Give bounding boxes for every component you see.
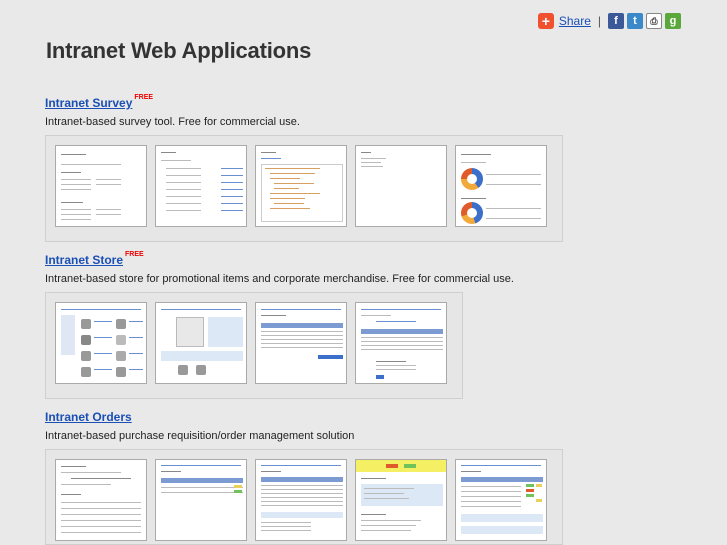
store-gallery [45, 292, 463, 399]
store-thumbnail[interactable] [255, 302, 347, 384]
survey-link[interactable]: Intranet Survey [45, 96, 132, 110]
orders-thumbnail[interactable] [355, 459, 447, 541]
survey-thumbnail[interactable] [155, 145, 247, 227]
facebook-icon[interactable]: f [608, 13, 624, 29]
free-badge: FREE [125, 251, 144, 258]
orders-description: Intranet-based purchase requisition/orde… [45, 430, 355, 442]
orders-link[interactable]: Intranet Orders [45, 410, 132, 424]
orders-thumbnail[interactable] [455, 459, 547, 541]
store-description: Intranet-based store for promotional ite… [45, 273, 514, 285]
twitter-icon[interactable]: t [627, 13, 643, 29]
section-store: Intranet Store FREE Intranet-based store … [45, 251, 514, 285]
section-orders: Intranet Orders Intranet-based purchase … [45, 408, 354, 442]
orders-gallery [45, 449, 563, 545]
survey-thumbnail[interactable] [355, 145, 447, 227]
share-plus-icon[interactable]: + [537, 13, 554, 29]
section-survey: Intranet Survey FREE Intranet-based surve… [45, 94, 300, 128]
share-link[interactable]: Share [559, 14, 591, 28]
share-separator: | [597, 14, 601, 28]
store-thumbnail[interactable] [155, 302, 247, 384]
page-title: Intranet Web Applications [46, 38, 312, 63]
free-badge: FREE [134, 94, 154, 101]
survey-thumbnail[interactable] [55, 145, 147, 227]
store-link[interactable]: Intranet Store [45, 253, 123, 267]
store-thumbnail[interactable] [55, 302, 147, 384]
share-bar: + Share | f t ⎙ g [537, 13, 681, 29]
orders-thumbnail[interactable] [55, 459, 147, 541]
google-icon[interactable]: g [665, 13, 681, 29]
survey-thumbnail[interactable] [455, 145, 547, 227]
print-icon[interactable]: ⎙ [646, 13, 662, 29]
survey-gallery [45, 135, 563, 242]
orders-thumbnail[interactable] [255, 459, 347, 541]
store-thumbnail[interactable] [355, 302, 447, 384]
survey-description: Intranet-based survey tool. Free for com… [45, 116, 300, 128]
survey-thumbnail[interactable] [255, 145, 347, 227]
orders-thumbnail[interactable] [155, 459, 247, 541]
